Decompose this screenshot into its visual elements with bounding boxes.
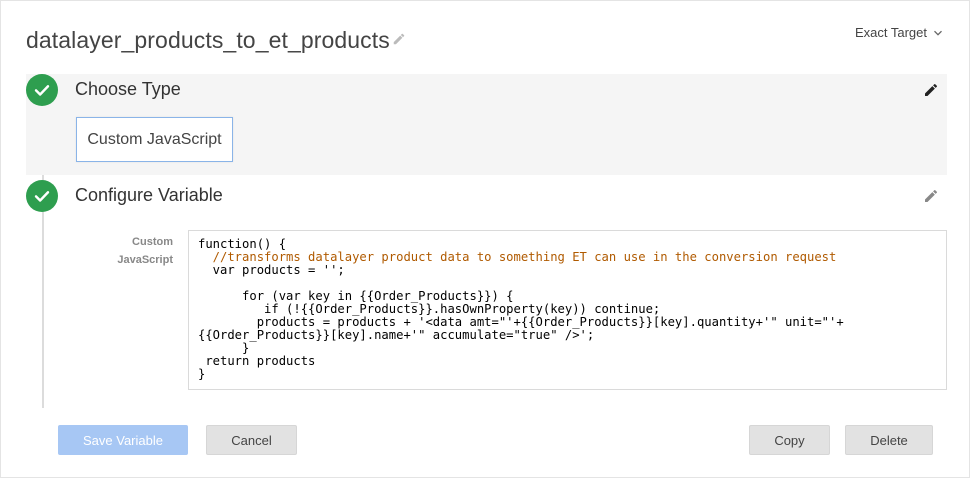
code-line: products = products + '<data amt="'+{{Or… [198,315,844,329]
cancel-button[interactable]: Cancel [206,425,297,455]
code-line: if (!{{Order_Products}}.hasOwnProperty(k… [198,302,661,316]
choose-type-title: Choose Type [75,79,181,99]
copy-button[interactable]: Copy [749,425,830,455]
pencil-icon[interactable] [923,82,939,98]
check-icon [34,85,50,96]
code-editor[interactable]: function() { //transforms datalayer prod… [188,230,947,390]
code-line: return products [198,354,316,368]
custom-javascript-label: Custom JavaScript [117,236,173,266]
step-complete-check [26,74,58,106]
variable-type-chip[interactable]: Custom JavaScript [76,117,233,162]
configure-variable-title: Configure Variable [75,185,223,205]
code-line: } [198,367,206,381]
code-line: } [198,341,250,355]
code-line: for (var key in {{Order_Products}}) { [198,289,514,303]
code-line: var products = ''; [198,263,345,277]
account-selector[interactable]: Exact Target [855,25,943,40]
code-line: //transforms datalayer product data to s… [198,250,837,264]
code-content[interactable]: function() { //transforms datalayer prod… [198,238,844,381]
account-label: Exact Target [854,25,927,40]
delete-button[interactable]: Delete [845,425,933,455]
chevron-down-icon [934,30,942,36]
pencil-icon[interactable] [392,32,406,46]
code-line: function() { [198,237,287,251]
step-complete-check [26,180,58,212]
variable-title[interactable]: datalayer_products_to_et_products [26,27,390,54]
code-line: {{Order_Products}}[key].name+'" accumula… [198,328,595,342]
check-icon [34,191,50,202]
pencil-icon[interactable] [923,188,939,204]
variable-editor: datalayer_products_to_et_products Exact … [0,0,970,478]
save-variable-button[interactable]: Save Variable [58,425,188,455]
